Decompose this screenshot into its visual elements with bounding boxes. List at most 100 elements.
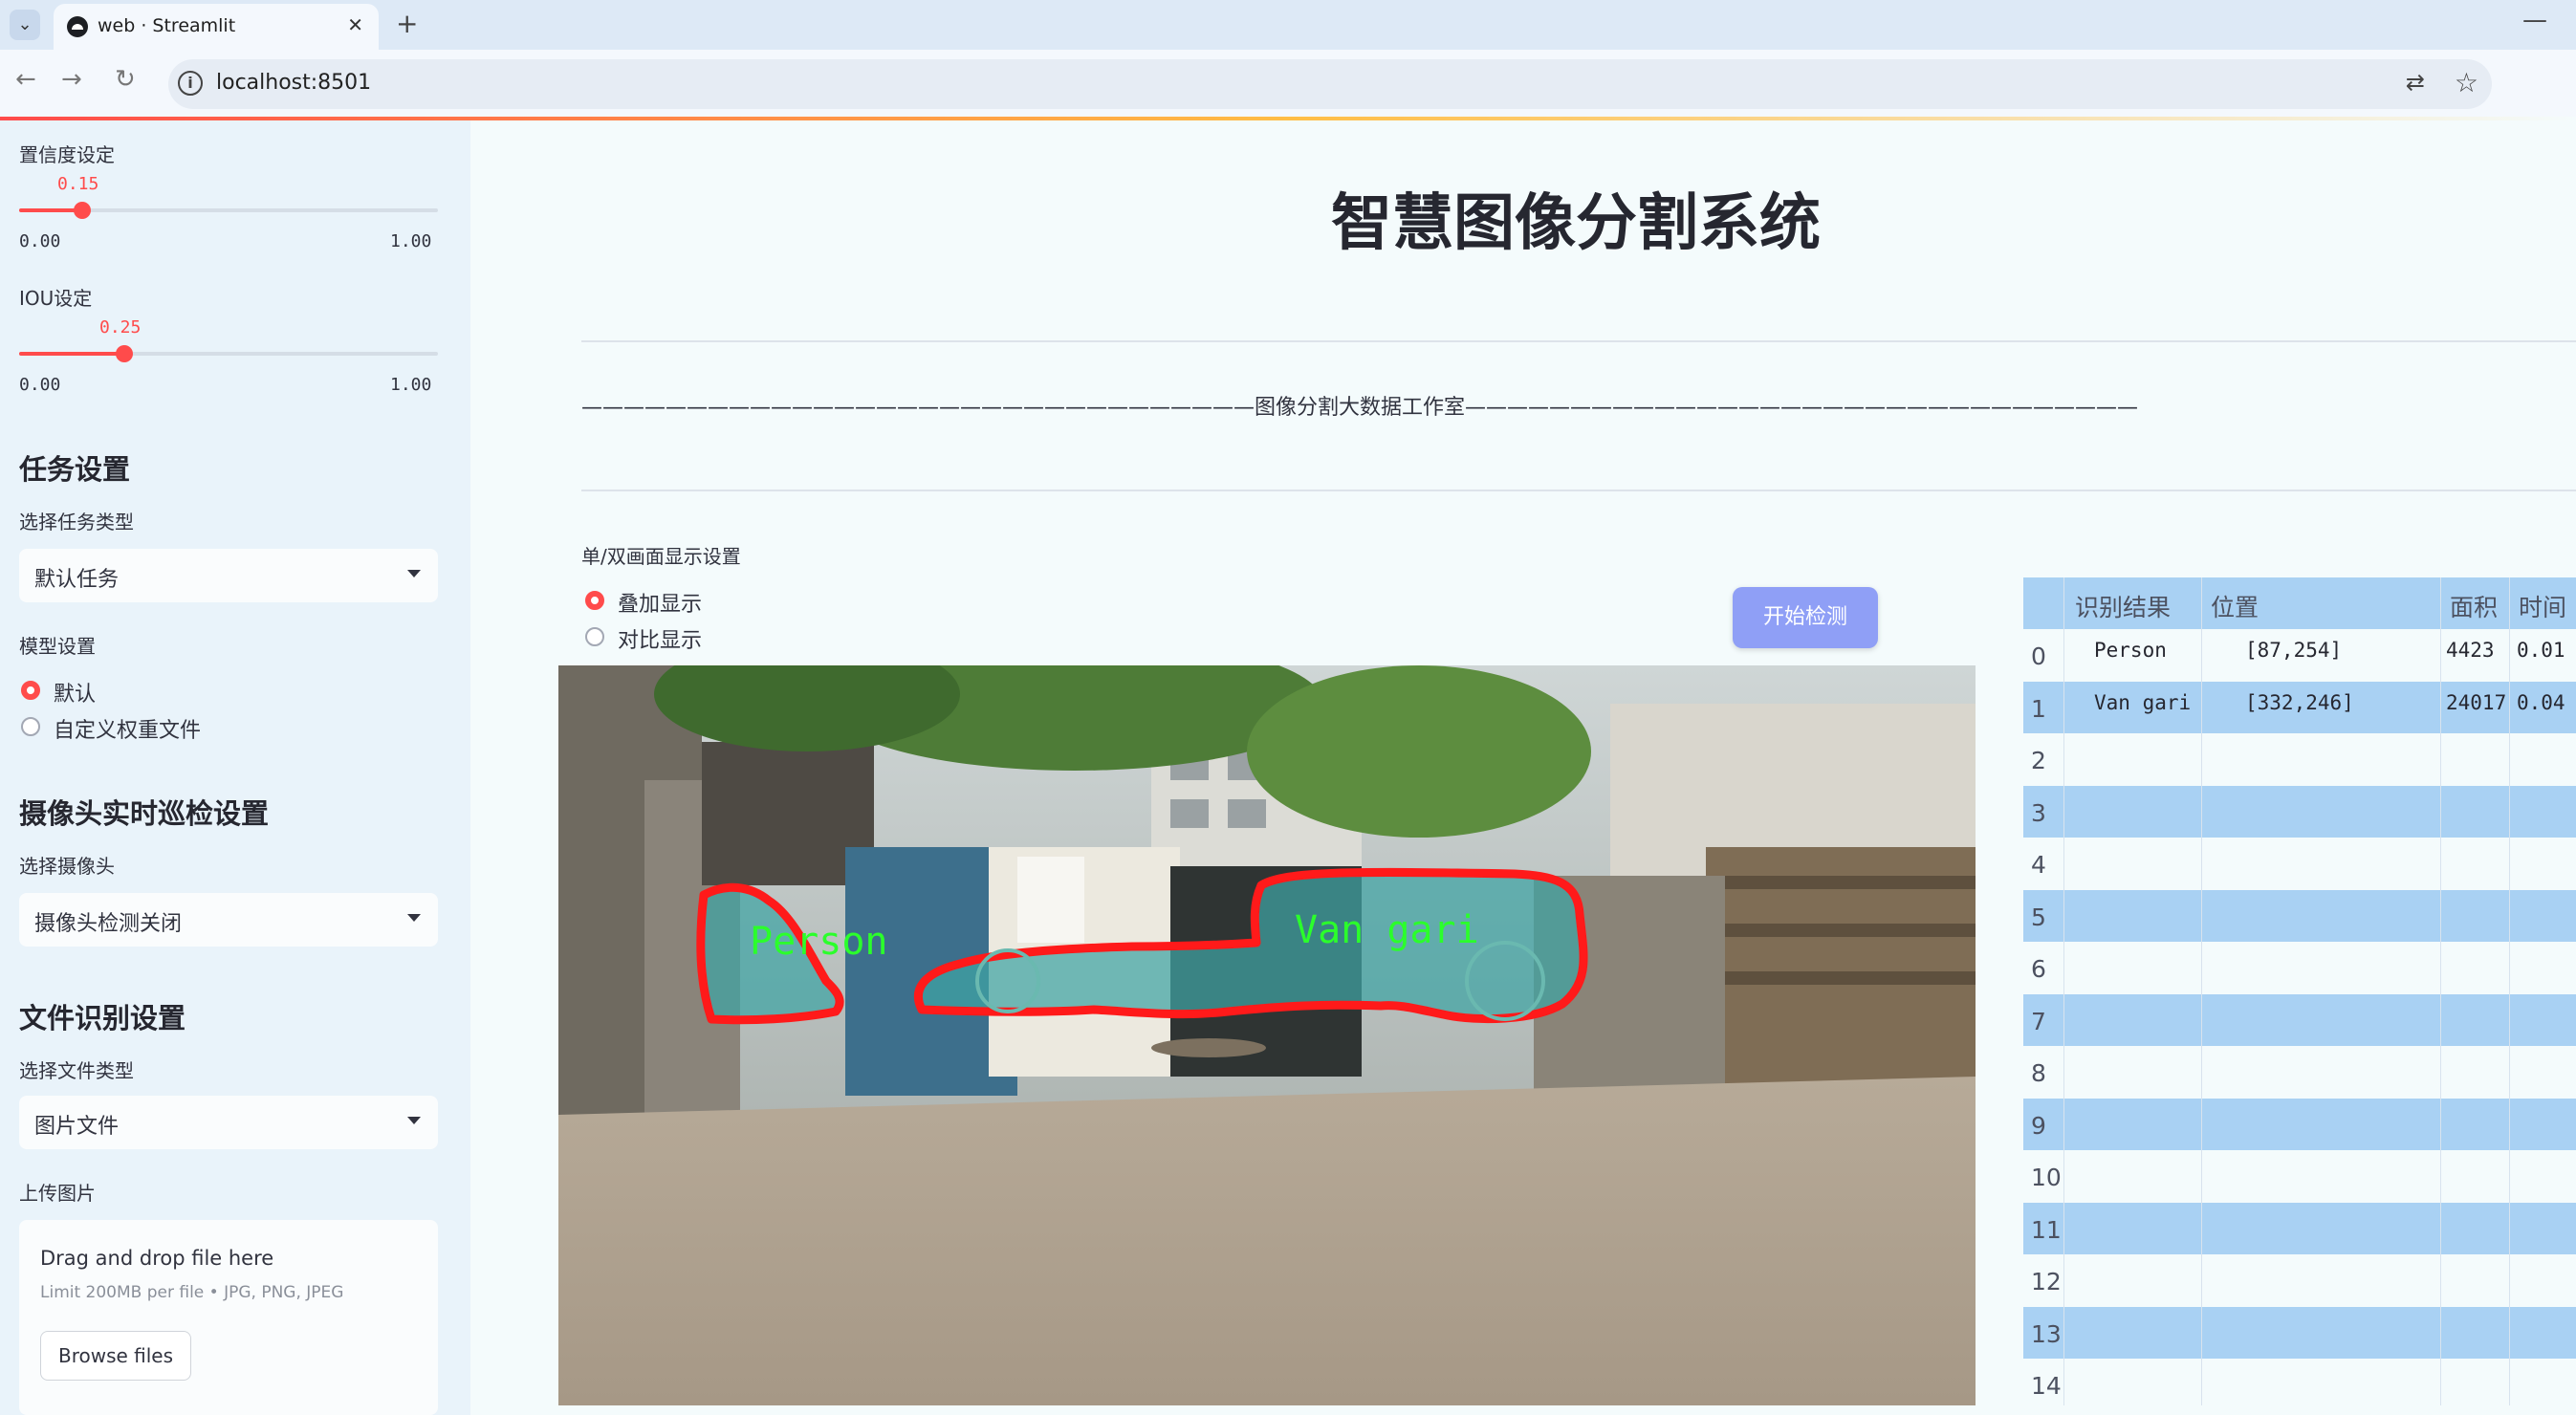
overlay-display-label[interactable]: 叠加显示 [618,587,702,618]
confidence-min: 0.00 [19,231,61,251]
row-index: 0 [2031,642,2046,670]
row-index: 12 [2031,1268,2062,1295]
compare-display-radio[interactable] [585,627,604,646]
table-row[interactable]: 11 [2023,1202,2576,1254]
table-row[interactable]: 5 [2023,889,2576,942]
table-row[interactable]: 0 Person [87,254] 4423 0.01 [2023,629,2576,682]
model-default-radio[interactable] [21,681,40,700]
column-divider [2509,577,2510,1405]
table-row[interactable]: 9 [2023,1098,2576,1150]
van-gari-detection-label: Van gari [1295,908,1479,952]
row-index: 14 [2031,1372,2062,1400]
header-time[interactable]: 时间 [2519,589,2566,623]
table-row[interactable]: 3 [2023,785,2576,838]
confidence-label: 置信度设定 [19,143,115,166]
table-row[interactable]: 6 [2023,942,2576,994]
streamlit-favicon-icon [67,16,88,37]
table-row[interactable]: 13 [2023,1306,2576,1359]
browse-files-button[interactable]: Browse files [40,1331,191,1381]
table-row[interactable]: 4 [2023,838,2576,890]
tab-title: web · Streamlit [98,15,236,36]
iou-slider-fill [19,352,124,356]
iou-max: 1.00 [390,375,432,395]
file-type-label: 选择文件类型 [19,1059,134,1082]
table-row[interactable]: 7 [2023,993,2576,1046]
cell-result: Person [2094,639,2167,662]
column-divider [2201,577,2202,1405]
display-mode-label: 单/双画面显示设置 [581,545,741,568]
cell-position: [87,254] [2245,639,2343,662]
translate-icon[interactable]: ⇄ [2406,69,2425,96]
table-row[interactable]: 12 [2023,1254,2576,1307]
table-header: 识别结果 位置 面积 时间 [2023,577,2576,629]
task-type-value: 默认任务 [34,568,120,592]
header-area[interactable]: 面积 [2450,589,2498,623]
header-result[interactable]: 识别结果 [2075,589,2171,623]
row-index: 13 [2031,1319,2062,1348]
iou-value: 0.25 [99,317,142,337]
file-type-select[interactable]: 图片文件 [19,1096,438,1149]
new-tab-icon[interactable]: + [396,8,418,39]
segmentation-result-image: Person Van gari [558,665,1976,1405]
iou-label: IOU设定 [19,287,93,310]
camera-select[interactable]: 摄像头检测关闭 [19,893,438,947]
overlay-display-radio[interactable] [585,591,604,610]
cell-time: 0.01 [2517,639,2565,662]
tab-search-icon[interactable]: ⌄ [10,10,40,40]
table-row[interactable]: 10 [2023,1150,2576,1203]
task-type-select[interactable]: 默认任务 [19,549,438,602]
page-title: 智慧图像分割系统 [1331,188,1821,259]
table-row[interactable]: 8 [2023,1046,2576,1099]
column-divider [2440,577,2441,1405]
cell-time: 0.04 [2517,690,2565,714]
compare-display-label[interactable]: 对比显示 [618,623,702,654]
header-position[interactable]: 位置 [2211,589,2259,623]
file-section-heading: 文件识别设置 [19,1002,186,1034]
studio-banner: ————————————————————————————————图像分割大数据工… [581,396,2139,420]
start-detection-button[interactable]: 开始检测 [1733,587,1878,648]
table-row[interactable]: 2 [2023,733,2576,786]
cell-area: 4423 [2446,639,2495,662]
address-bar[interactable]: i localhost:8501 ⇄ ☆ [168,59,2492,109]
iou-slider[interactable] [19,345,438,362]
camera-section-heading: 摄像头实时巡检设置 [19,797,270,830]
chevron-down-icon [407,1117,421,1124]
model-custom-radio[interactable] [21,717,40,736]
confidence-slider-thumb[interactable] [73,202,91,219]
task-type-label: 选择任务类型 [19,511,134,533]
browser-toolbar: ← → ↻ i localhost:8501 ⇄ ☆ [0,50,2576,119]
confidence-slider-fill [19,208,82,212]
row-index: 9 [2031,1111,2046,1140]
camera-value: 摄像头检测关闭 [34,912,183,936]
back-arrow-icon[interactable]: ← [15,65,36,94]
model-custom-label[interactable]: 自定义权重文件 [54,713,201,744]
url-text[interactable]: localhost:8501 [216,71,371,95]
task-section-heading: 任务设置 [19,453,131,486]
row-index: 3 [2031,798,2046,827]
column-divider [2063,577,2064,1405]
dropzone-limit: Limit 200MB per file • JPG, PNG, JPEG [40,1283,344,1302]
site-info-icon[interactable]: i [178,71,203,96]
browser-tab-bar: ⌄ web · Streamlit ✕ + — [0,0,2576,50]
row-index: 4 [2031,851,2046,879]
close-tab-icon[interactable]: ✕ [347,13,363,36]
model-default-label[interactable]: 默认 [54,677,96,708]
iou-slider-thumb[interactable] [115,345,133,362]
confidence-slider[interactable] [19,202,438,219]
browser-tab[interactable]: web · Streamlit ✕ [54,4,379,50]
file-dropzone[interactable]: Drag and drop file here Limit 200MB per … [19,1220,438,1415]
bookmark-star-icon[interactable]: ☆ [2455,67,2478,98]
chevron-down-icon [407,570,421,577]
file-type-value: 图片文件 [34,1115,120,1139]
forward-arrow-icon[interactable]: → [61,65,82,94]
row-index: 10 [2031,1164,2062,1191]
chevron-down-icon [407,914,421,922]
row-index: 6 [2031,955,2046,983]
table-row[interactable]: 14 [2023,1359,2576,1411]
minimize-window-icon[interactable]: — [2522,6,2547,34]
row-index: 7 [2031,1007,2046,1035]
reload-icon[interactable]: ↻ [115,65,136,94]
upload-label: 上传图片 [19,1182,96,1205]
table-row[interactable]: 1 Van gari [332,246] 24017 0.04 [2023,681,2576,733]
person-detection-label: Person [750,920,888,964]
